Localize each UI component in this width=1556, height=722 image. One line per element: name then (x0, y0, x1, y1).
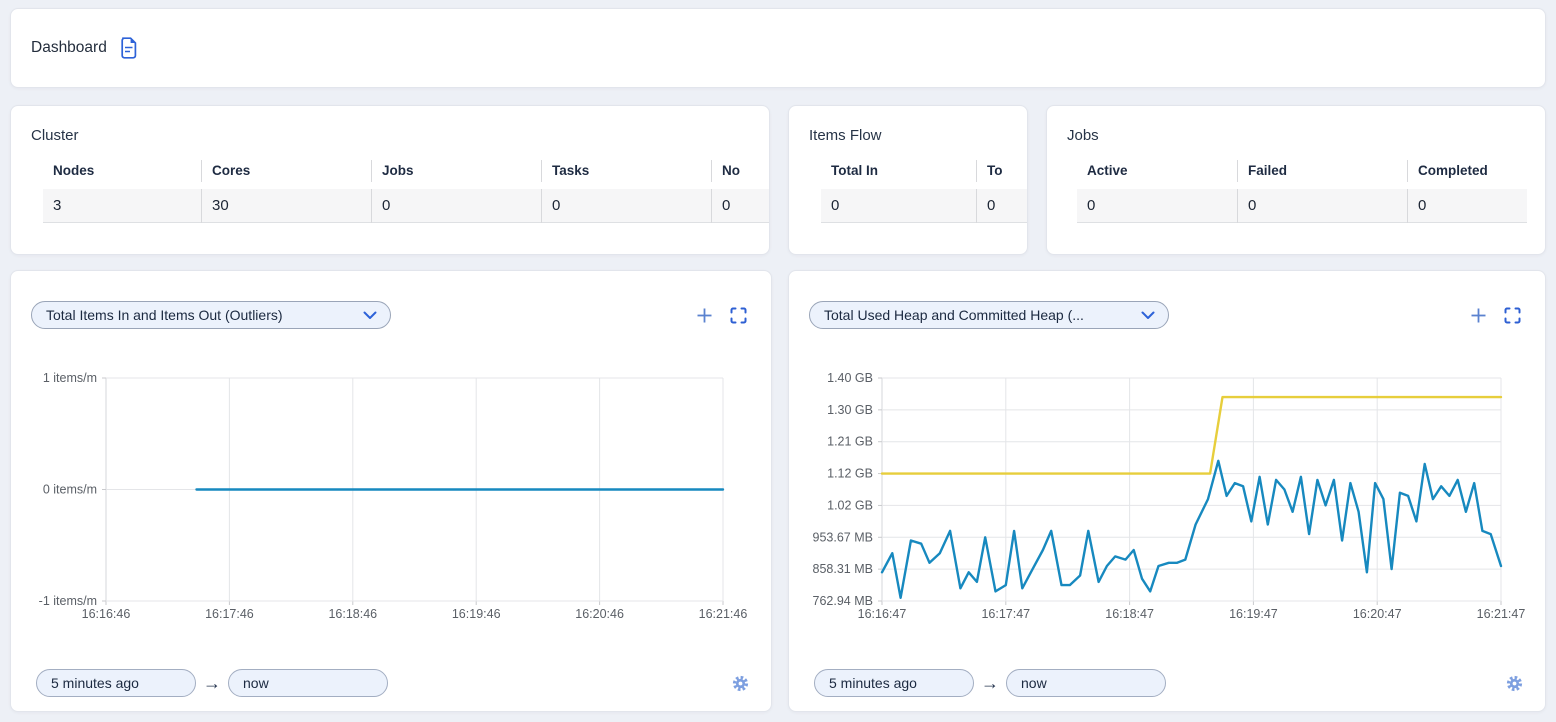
panel-actions (696, 307, 747, 324)
svg-text:953.67 MB: 953.67 MB (813, 530, 873, 544)
time-range-bar: → (814, 669, 1523, 697)
stat-header-row: Active Failed Completed (1077, 160, 1527, 182)
jobs-card: Jobs Active Failed Completed 0 0 0 (1046, 105, 1546, 255)
svg-text:858.31 MB: 858.31 MB (813, 562, 873, 576)
svg-text:16:16:46: 16:16:46 (82, 607, 131, 621)
arrow-right-icon: → (981, 674, 999, 692)
stat-header-cores: Cores (201, 160, 371, 182)
stat-header-tasks: Tasks (541, 160, 711, 182)
svg-text:1.30 GB: 1.30 GB (827, 403, 873, 417)
stat-value-row: 0 0 0 (1077, 189, 1527, 223)
metric-selector-label: Total Used Heap and Committed Heap (... (824, 307, 1084, 323)
items-in-out-chart: 16:16:46 16:17:46 16:18:46 16:19:46 16:20:46… (11, 366, 756, 634)
items-flow-card: Items Flow Total In To 0 0 (788, 105, 1028, 255)
svg-text:16:18:47: 16:18:47 (1105, 607, 1154, 621)
stat-header-total-in: Total In (821, 160, 976, 182)
svg-text:16:16:47: 16:16:47 (858, 607, 907, 621)
stat-value-total-in: 0 (821, 189, 976, 223)
page-title: Dashboard (31, 39, 107, 57)
svg-text:1 items/m: 1 items/m (43, 371, 97, 385)
stat-value-tasks: 0 (541, 189, 711, 223)
time-range-bar: → (36, 669, 749, 697)
card-title: Items Flow (789, 106, 1027, 144)
stat-value-failed: 0 (1237, 189, 1407, 223)
svg-text:16:19:47: 16:19:47 (1229, 607, 1278, 621)
card-title: Jobs (1047, 106, 1545, 144)
svg-text:1.02 GB: 1.02 GB (827, 498, 873, 512)
stat-value-row: 0 0 (821, 189, 1028, 223)
stat-header-clipped: No (711, 160, 770, 182)
chevron-down-icon (1141, 311, 1155, 320)
panel-header: Total Items In and Items Out (Outliers) (11, 271, 771, 329)
svg-text:16:21:47: 16:21:47 (1477, 607, 1526, 621)
stat-value-active: 0 (1077, 189, 1237, 223)
items-chart-panel: Total Items In and Items Out (Outliers) (10, 270, 772, 712)
stat-value-cores: 30 (201, 189, 371, 223)
svg-text:762.94 MB: 762.94 MB (813, 594, 873, 608)
stat-table: Active Failed Completed 0 0 0 (1077, 160, 1527, 223)
document-icon[interactable] (119, 37, 138, 59)
stat-value-jobs: 0 (371, 189, 541, 223)
heap-chart-panel: Total Used Heap and Committed Heap (... (788, 270, 1546, 712)
svg-text:16:18:46: 16:18:46 (328, 607, 377, 621)
svg-text:16:20:47: 16:20:47 (1353, 607, 1402, 621)
svg-text:16:17:47: 16:17:47 (981, 607, 1030, 621)
stat-header-nodes: Nodes (43, 160, 201, 182)
stat-header-active: Active (1077, 160, 1237, 182)
stat-value-clipped: 0 (976, 189, 1028, 223)
cluster-card: Cluster Nodes Cores Jobs Tasks No 3 30 0… (10, 105, 770, 255)
svg-text:1.40 GB: 1.40 GB (827, 371, 873, 385)
stat-value-row: 3 30 0 0 0 (43, 189, 770, 223)
fullscreen-icon[interactable] (730, 307, 747, 324)
svg-text:16:19:46: 16:19:46 (452, 607, 501, 621)
card-title: Cluster (11, 106, 769, 144)
stat-table: Total In To 0 0 (821, 160, 1028, 223)
plus-icon[interactable] (1470, 307, 1487, 324)
stat-header-row: Total In To (821, 160, 1028, 182)
panel-actions (1470, 307, 1521, 324)
time-from-input[interactable] (814, 669, 974, 697)
stat-header-jobs: Jobs (371, 160, 541, 182)
stat-header-clipped: To (976, 160, 1028, 182)
chevron-down-icon (363, 311, 377, 320)
gear-icon[interactable] (732, 675, 749, 692)
metric-selector[interactable]: Total Items In and Items Out (Outliers) (31, 301, 391, 329)
svg-text:16:21:46: 16:21:46 (699, 607, 748, 621)
arrow-right-icon: → (203, 674, 221, 692)
stats-row: Cluster Nodes Cores Jobs Tasks No 3 30 0… (10, 105, 1546, 255)
time-to-input[interactable] (228, 669, 388, 697)
metric-selector[interactable]: Total Used Heap and Committed Heap (... (809, 301, 1169, 329)
stat-table: Nodes Cores Jobs Tasks No 3 30 0 0 0 (43, 160, 770, 223)
svg-text:-1 items/m: -1 items/m (39, 594, 97, 608)
svg-text:16:20:46: 16:20:46 (575, 607, 624, 621)
svg-text:1.21 GB: 1.21 GB (827, 435, 873, 449)
gear-icon[interactable] (1506, 675, 1523, 692)
svg-text:0 items/m: 0 items/m (43, 483, 97, 497)
stat-header-failed: Failed (1237, 160, 1407, 182)
metric-selector-label: Total Items In and Items Out (Outliers) (46, 307, 283, 323)
stat-header-row: Nodes Cores Jobs Tasks No (43, 160, 770, 182)
plus-icon[interactable] (696, 307, 713, 324)
svg-text:1.12 GB: 1.12 GB (827, 467, 873, 481)
topbar: Dashboard (10, 8, 1546, 88)
fullscreen-icon[interactable] (1504, 307, 1521, 324)
stat-value-clipped: 0 (711, 189, 770, 223)
dashboard-page: Dashboard Cluster Nodes Cores Jobs Tasks… (0, 0, 1556, 722)
charts-row: Total Items In and Items Out (Outliers) (10, 270, 1546, 712)
svg-text:16:17:46: 16:17:46 (205, 607, 254, 621)
stat-header-completed: Completed (1407, 160, 1527, 182)
time-from-input[interactable] (36, 669, 196, 697)
time-to-input[interactable] (1006, 669, 1166, 697)
heap-usage-chart: 16:16:47 16:17:47 16:18:47 16:19:47 16:20:47… (789, 366, 1534, 634)
panel-header: Total Used Heap and Committed Heap (... (789, 271, 1545, 329)
stat-value-completed: 0 (1407, 189, 1527, 223)
stat-value-nodes: 3 (43, 189, 201, 223)
